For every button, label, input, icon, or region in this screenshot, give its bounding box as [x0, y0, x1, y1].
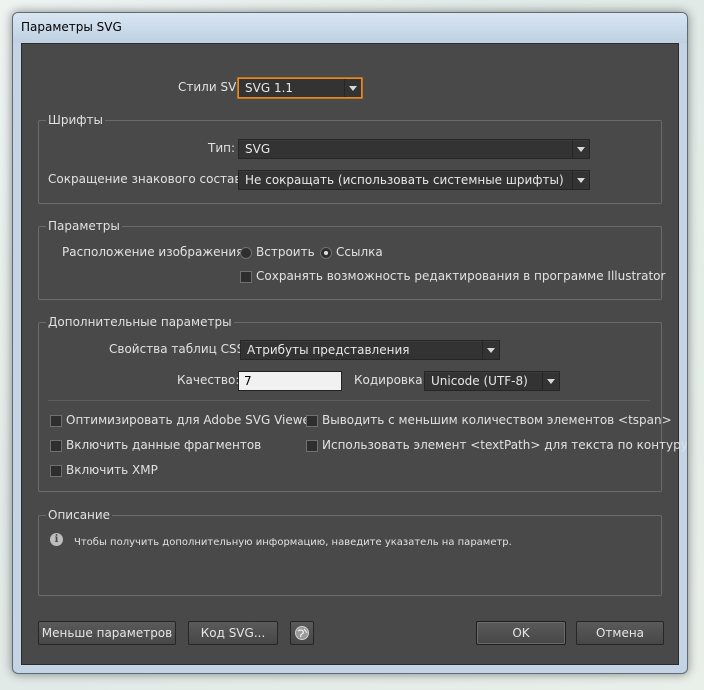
- ok-button[interactable]: OK: [476, 621, 566, 645]
- font-subset-dropdown[interactable]: Не сокращать (использовать системные шри…: [238, 170, 590, 190]
- svg-style-dropdown[interactable]: SVG 1.1: [238, 78, 362, 98]
- embed-label[interactable]: Встроить: [256, 245, 315, 259]
- link-radio[interactable]: [320, 247, 332, 259]
- globe-icon: [295, 626, 309, 640]
- slicing-data-label[interactable]: Включить данные фрагментов: [66, 438, 261, 452]
- fewer-tspan-label[interactable]: Выводить с меньшим количеством элементов…: [322, 413, 672, 427]
- advanced-group-title: Дополнительные параметры: [46, 315, 234, 329]
- encoding-label: Кодировка:: [354, 373, 427, 387]
- description-group: [38, 515, 662, 596]
- fonts-group: [38, 120, 662, 204]
- preserve-editing-label[interactable]: Сохранять возможность редактирования в п…: [256, 269, 665, 283]
- svg-options-window: Параметры SVG Стили SVG: SVG 1.1 Шрифты …: [12, 12, 688, 674]
- embed-radio[interactable]: [240, 247, 252, 259]
- quality-label: Качество:: [177, 373, 240, 387]
- advanced-divider: [48, 400, 650, 401]
- font-type-value: SVG: [245, 142, 271, 156]
- quality-value: 7: [244, 374, 252, 388]
- quality-input[interactable]: 7: [238, 371, 342, 391]
- slicing-data-checkbox[interactable]: [50, 440, 62, 452]
- image-location-label: Расположение изображения:: [62, 245, 248, 259]
- include-xmp-label[interactable]: Включить XMP: [66, 463, 158, 477]
- font-subset-label: Сокращение знакового состава:: [48, 172, 253, 186]
- description-group-title: Описание: [46, 508, 113, 522]
- css-properties-value: Атрибуты представления: [247, 343, 410, 357]
- optimize-viewer-label[interactable]: Оптимизировать для Adobe SVG Viewer: [66, 413, 315, 427]
- chevron-down-icon: [482, 341, 499, 359]
- chevron-down-icon: [542, 372, 559, 390]
- encoding-value: Unicode (UTF-8): [431, 374, 528, 388]
- fonts-group-title: Шрифты: [46, 113, 105, 127]
- chevron-down-icon: [344, 79, 361, 97]
- options-group: [38, 226, 662, 300]
- title-bar[interactable]: Параметры SVG: [13, 13, 687, 43]
- description-text: Чтобы получить дополнительную информацию…: [74, 537, 512, 548]
- chevron-down-icon: [572, 140, 589, 158]
- svg-code-button[interactable]: Код SVG...: [188, 621, 278, 645]
- window-title: Параметры SVG: [21, 20, 122, 34]
- font-type-dropdown[interactable]: SVG: [238, 139, 590, 159]
- textpath-checkbox[interactable]: [306, 440, 318, 452]
- optimize-viewer-checkbox[interactable]: [50, 415, 62, 427]
- options-group-title: Параметры: [46, 219, 122, 233]
- preserve-editing-checkbox[interactable]: [240, 271, 252, 283]
- info-icon: i: [50, 533, 63, 546]
- link-label[interactable]: Ссылка: [336, 245, 383, 259]
- font-type-label: Тип:: [208, 141, 236, 155]
- chevron-down-icon: [572, 171, 589, 189]
- fewer-tspan-checkbox[interactable]: [306, 415, 318, 427]
- css-properties-dropdown[interactable]: Атрибуты представления: [240, 340, 500, 360]
- web-preview-button[interactable]: [290, 621, 314, 645]
- include-xmp-checkbox[interactable]: [50, 465, 62, 477]
- fewer-options-button[interactable]: Меньше параметров: [38, 621, 176, 645]
- cancel-button[interactable]: Отмена: [576, 621, 664, 645]
- textpath-label[interactable]: Использовать элемент <textPath> для текс…: [322, 438, 687, 452]
- encoding-dropdown[interactable]: Unicode (UTF-8): [424, 371, 560, 391]
- dialog-body: Стили SVG: SVG 1.1 Шрифты Тип: SVG Сокра…: [21, 43, 687, 665]
- font-subset-value: Не сокращать (использовать системные шри…: [245, 173, 564, 187]
- css-properties-label: Свойства таблиц CSS:: [109, 342, 249, 356]
- svg-style-value: SVG 1.1: [245, 81, 294, 95]
